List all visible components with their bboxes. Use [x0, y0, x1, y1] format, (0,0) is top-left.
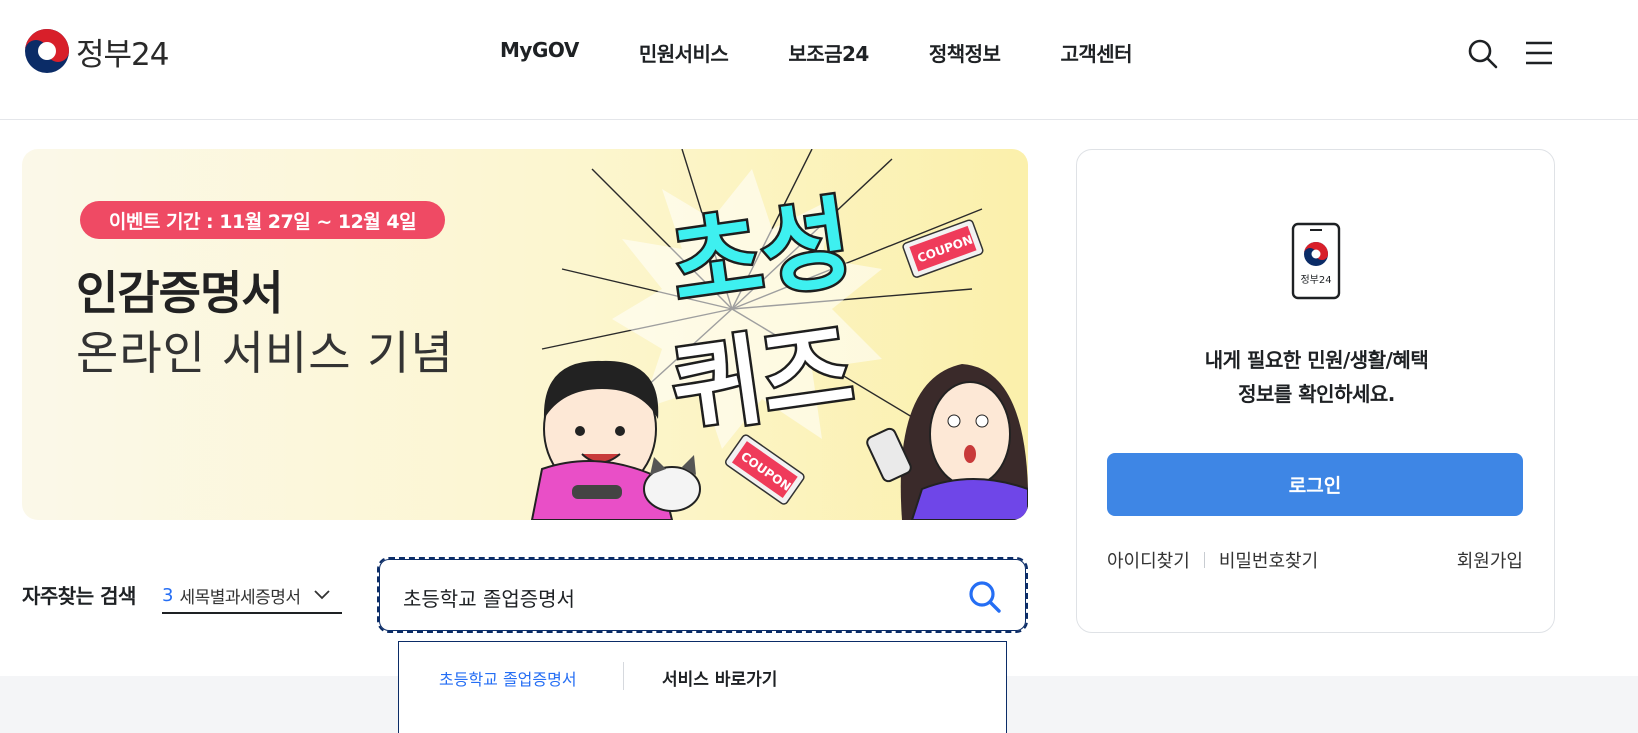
nav-subsidy24[interactable]: 보조금24: [788, 38, 869, 67]
coupon-ticket-top: COUPON: [902, 219, 984, 278]
nav-customer-center[interactable]: 고객센터: [1060, 38, 1132, 67]
mobile-gov24-icon: 정부24: [1291, 222, 1341, 300]
taegeuk-logo-icon: [25, 29, 69, 73]
quiz-title-line2: 퀴즈: [665, 311, 859, 449]
search-icon: [969, 581, 1001, 613]
frequent-search-rank: 3: [162, 584, 174, 606]
login-button[interactable]: 로그인: [1107, 453, 1523, 516]
promo-banner[interactable]: 이벤트 기간 : 11월 27일 ~ 12월 4일 인감증명서 온라인 서비스 …: [22, 149, 1028, 520]
main-search-button[interactable]: [967, 579, 1003, 615]
banner-title: 인감증명서: [76, 266, 284, 320]
login-card: 정부24 내게 필요한 민원/생활/혜택 정보를 확인하세요. 로그인 아이디찾…: [1076, 149, 1555, 633]
site-logo[interactable]: 정부24: [24, 28, 169, 74]
header-menu-button[interactable]: [1524, 38, 1554, 68]
login-message: 내게 필요한 민원/생활/혜택 정보를 확인하세요.: [1077, 343, 1556, 411]
page-section-background: [0, 676, 398, 733]
chevron-down-icon: [313, 590, 330, 600]
quiz-illustration: 초성 퀴즈 COUPON COUPON: [530, 149, 1028, 520]
main-search-input[interactable]: [403, 579, 943, 615]
nav-policy-info[interactable]: 정책정보: [929, 38, 1001, 67]
phone-label: 정부24: [1300, 274, 1331, 286]
link-divider: [1203, 552, 1205, 568]
event-period-badge: 이벤트 기간 : 11월 27일 ~ 12월 4일: [80, 201, 445, 239]
coupon-ticket-bottom: COUPON: [725, 434, 805, 505]
page-section-background: [1007, 676, 1638, 733]
find-id-link[interactable]: 아이디찾기: [1107, 547, 1190, 573]
service-shortcut-heading: 서비스 바로가기: [662, 670, 778, 690]
hamburger-menu-icon: [1526, 41, 1552, 65]
login-message-line1: 내게 필요한 민원/생활/혜택: [1204, 348, 1429, 372]
login-message-line2: 정보를 확인하세요.: [1238, 382, 1395, 406]
header-search-button[interactable]: [1467, 38, 1499, 70]
site-header: 정부24 MyGOV 민원서비스 보조금24 정책정보 고객센터: [0, 0, 1638, 120]
search-icon: [1468, 39, 1498, 69]
account-links: 아이디찾기 비밀번호찾기 회원가입: [1107, 547, 1523, 573]
nav-civil-services[interactable]: 민원서비스: [639, 38, 729, 67]
frequent-search-label: 자주찾는 검색: [22, 584, 136, 608]
frequent-search-dropdown[interactable]: 3 세목별과세증명서: [162, 578, 342, 614]
character-cat: [643, 455, 701, 512]
banner-subtitle: 온라인 서비스 기념: [76, 326, 454, 380]
logo-text: 정부24: [76, 36, 169, 73]
frequent-search-term: 세목별과세증명서: [179, 587, 301, 608]
character-girl: [866, 364, 1028, 520]
suggestion-divider: [623, 662, 624, 690]
nav-mygov[interactable]: MyGOV: [500, 38, 579, 67]
signup-link[interactable]: 회원가입: [1457, 547, 1523, 573]
suggestion-item[interactable]: 초등학교 졸업증명서: [439, 666, 577, 690]
find-password-link[interactable]: 비밀번호찾기: [1219, 547, 1318, 573]
main-search-box: [377, 557, 1028, 633]
main-navigation: MyGOV 민원서비스 보조금24 정책정보 고객센터: [500, 38, 1133, 67]
search-suggestion-panel: 초등학교 졸업증명서 서비스 바로가기: [398, 641, 1007, 733]
